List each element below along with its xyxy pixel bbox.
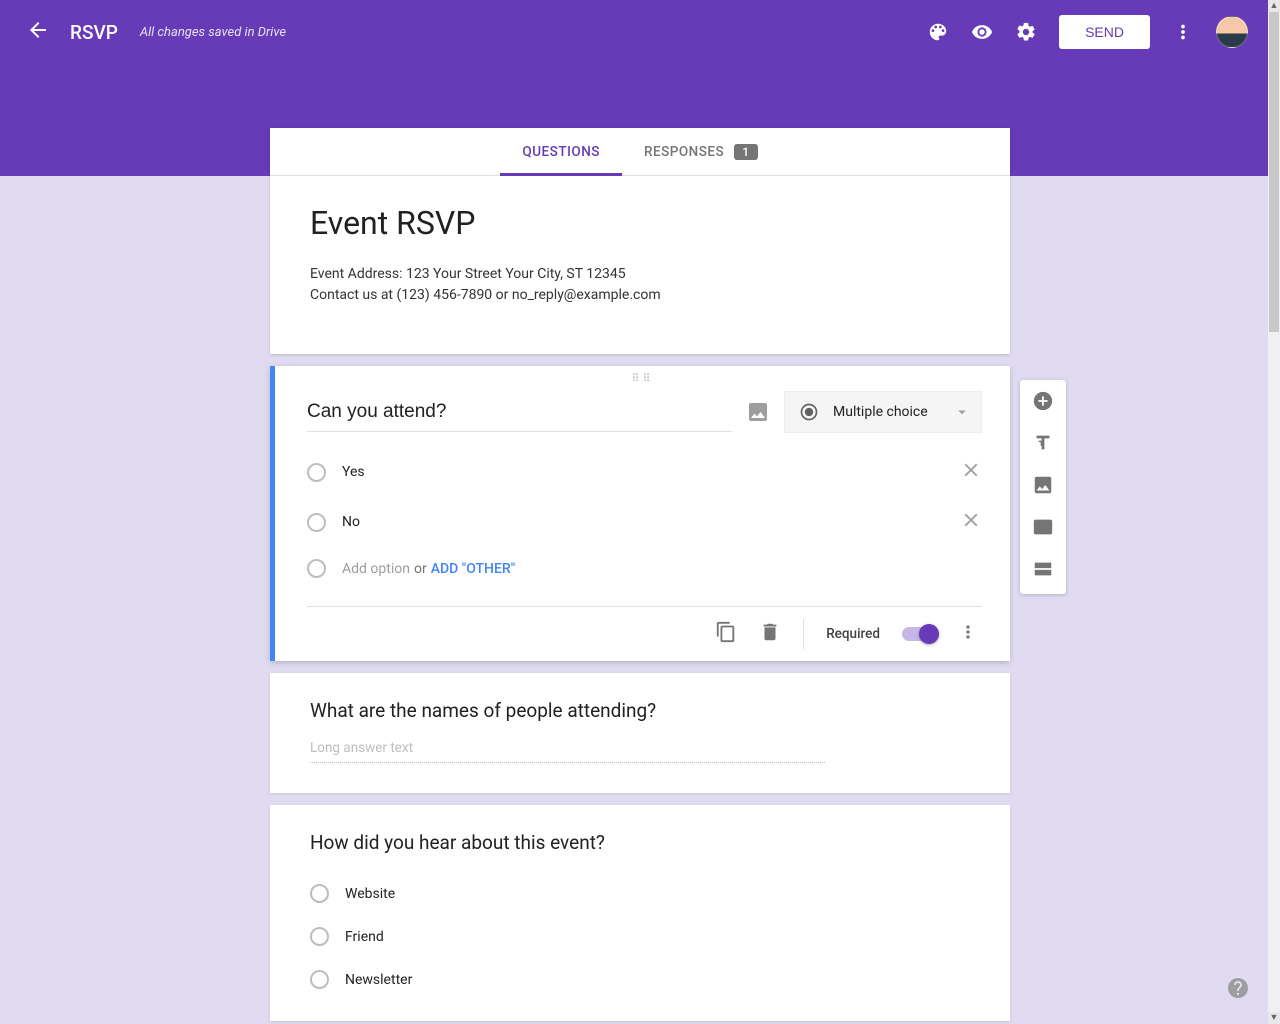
send-button[interactable]: SEND <box>1059 15 1150 49</box>
option-row[interactable]: Yes <box>307 447 982 497</box>
theme-button[interactable] <box>927 21 949 43</box>
add-image-button[interactable] <box>746 400 770 424</box>
option-text: Newsletter <box>345 972 412 988</box>
question-more-button[interactable] <box>958 622 978 646</box>
more-vert-icon <box>958 622 978 642</box>
drag-handle[interactable]: ⠿⠿ <box>275 366 1010 385</box>
tab-responses[interactable]: RESPONSES 1 <box>622 128 780 175</box>
form-header-section[interactable]: Event RSVP Event Address: 123 Your Stree… <box>270 176 1010 354</box>
question-card-1[interactable]: ⠿⠿ Multiple choice Yes <box>270 366 1010 661</box>
gear-icon <box>1015 21 1037 43</box>
add-image-button[interactable] <box>1032 474 1054 500</box>
account-avatar[interactable] <box>1216 16 1248 48</box>
help-button[interactable] <box>1226 976 1250 1004</box>
form-description[interactable]: Event Address: 123 Your Street Your City… <box>310 264 970 306</box>
option-text[interactable]: Yes <box>342 464 365 480</box>
form-desc-line: Event Address: 123 Your Street Your City… <box>310 264 970 285</box>
add-option-row[interactable]: Add option or ADD "OTHER" <box>307 547 982 590</box>
preview-button[interactable] <box>971 21 993 43</box>
help-icon <box>1226 976 1250 1000</box>
tab-questions-label: QUESTIONS <box>522 144 600 160</box>
section-icon <box>1032 558 1054 580</box>
more-button[interactable] <box>1172 21 1194 43</box>
video-icon <box>1032 516 1054 538</box>
image-icon <box>1032 474 1054 496</box>
option-row: Website <box>310 872 970 915</box>
option-row[interactable]: No <box>307 497 982 547</box>
question-card-3[interactable]: How did you hear about this event? Websi… <box>270 805 1010 1021</box>
add-section-button[interactable] <box>1032 558 1054 584</box>
close-icon <box>960 459 982 481</box>
delete-button[interactable] <box>759 621 781 647</box>
question-type-select[interactable]: Multiple choice <box>784 391 982 433</box>
tab-questions[interactable]: QUESTIONS <box>500 128 622 175</box>
chevron-down-icon <box>953 403 971 421</box>
responses-count-badge: 1 <box>734 144 757 160</box>
settings-button[interactable] <box>1015 21 1037 43</box>
radio-outline-icon <box>307 463 326 482</box>
option-row: Newsletter <box>310 958 970 1001</box>
add-other-button[interactable]: ADD "OTHER" <box>431 561 515 577</box>
remove-option-button[interactable] <box>960 459 982 485</box>
add-video-button[interactable] <box>1032 516 1054 542</box>
required-toggle[interactable] <box>902 627 936 641</box>
add-option-placeholder[interactable]: Add option <box>342 561 410 577</box>
option-text: Website <box>345 886 395 902</box>
back-button[interactable] <box>20 12 56 52</box>
topbar: RSVP All changes saved in Drive SEND <box>0 0 1268 64</box>
radio-outline-icon <box>307 513 326 532</box>
or-text: or <box>414 561 427 577</box>
option-row: Friend <box>310 915 970 958</box>
radio-outline-icon <box>310 927 329 946</box>
divider <box>803 619 804 649</box>
type-select-label: Multiple choice <box>833 404 928 420</box>
close-icon <box>960 509 982 531</box>
eye-icon <box>971 21 993 43</box>
trash-icon <box>759 621 781 643</box>
copy-icon <box>715 621 737 643</box>
question-title-input[interactable] <box>307 393 732 432</box>
add-title-button[interactable] <box>1032 432 1054 458</box>
text-icon <box>1032 432 1054 454</box>
required-label: Required <box>826 626 880 642</box>
form-tabs: QUESTIONS RESPONSES 1 <box>270 128 1010 176</box>
form-title[interactable]: Event RSVP <box>310 204 970 242</box>
more-vert-icon <box>1172 21 1194 43</box>
radio-outline-icon <box>307 559 326 578</box>
add-question-button[interactable] <box>1032 390 1054 416</box>
plus-circle-icon <box>1032 390 1054 412</box>
radio-outline-icon <box>310 884 329 903</box>
long-answer-placeholder: Long answer text <box>310 740 825 763</box>
question-card-2[interactable]: What are the names of people attending? … <box>270 673 1010 793</box>
form-desc-line: Contact us at (123) 456-7890 or no_reply… <box>310 285 970 306</box>
duplicate-button[interactable] <box>715 621 737 647</box>
remove-option-button[interactable] <box>960 509 982 535</box>
option-text[interactable]: No <box>342 514 360 530</box>
image-icon <box>746 400 770 424</box>
arrow-left-icon <box>26 18 50 42</box>
scroll-down-arrow[interactable]: ▼ <box>1268 1012 1280 1024</box>
save-status: All changes saved in Drive <box>140 25 286 40</box>
vertical-scrollbar[interactable]: ▲ ▼ <box>1268 0 1280 1024</box>
tab-responses-label: RESPONSES <box>644 144 724 160</box>
question-title: How did you hear about this event? <box>310 831 970 854</box>
scroll-up-arrow[interactable]: ▲ <box>1268 0 1280 12</box>
question-title: What are the names of people attending? <box>310 699 970 722</box>
topbar-actions: SEND <box>927 15 1248 49</box>
radio-outline-icon <box>310 970 329 989</box>
scroll-thumb[interactable] <box>1269 12 1279 332</box>
form-editor: QUESTIONS RESPONSES 1 Event RSVP Event A… <box>270 128 1010 1021</box>
radio-icon <box>799 402 819 422</box>
palette-icon <box>927 21 949 43</box>
question-footer: Required <box>307 606 982 661</box>
option-text: Friend <box>345 929 384 945</box>
form-card: QUESTIONS RESPONSES 1 Event RSVP Event A… <box>270 128 1010 354</box>
doc-title[interactable]: RSVP <box>70 21 118 44</box>
side-toolbar <box>1020 380 1066 594</box>
